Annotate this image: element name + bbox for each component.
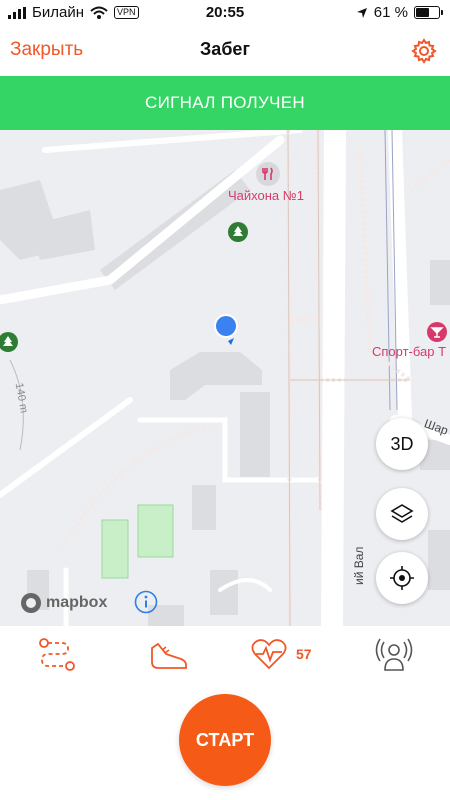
route-tab[interactable]: [36, 634, 76, 674]
start-button[interactable]: СТАРТ: [179, 694, 271, 786]
user-location-icon: [214, 314, 238, 345]
status-bar: Билайн VPN 20:55 61 %: [0, 0, 450, 26]
restaurant-icon[interactable]: [256, 162, 280, 186]
signal-banner: СИГНАЛ ПОЛУЧЕН: [0, 76, 450, 130]
park-tree-icon: [228, 222, 248, 242]
metrics-tabbar: 57: [0, 626, 450, 684]
mapbox-icon: [21, 593, 41, 613]
heart-rate-tab[interactable]: 57: [250, 634, 312, 674]
locate-button[interactable]: [376, 552, 428, 604]
sensor-icon: [375, 638, 413, 671]
poi-label-chaihona[interactable]: Чайхона №1: [228, 188, 304, 203]
map-view[interactable]: Чайхона №1 Спорт-бар Т ий Вал Шар 140 m …: [0, 130, 450, 626]
mapbox-text: mapbox: [46, 594, 108, 611]
target-icon: [390, 566, 414, 590]
park-tree-icon: [0, 332, 18, 352]
workout-tab[interactable]: [148, 634, 190, 674]
heart-rate-value: 57: [296, 646, 312, 662]
page-title: Забег: [200, 39, 250, 59]
cocktail-icon[interactable]: [427, 322, 447, 342]
sensor-tab[interactable]: [374, 634, 414, 674]
3d-button[interactable]: 3D: [376, 418, 428, 470]
sneaker-icon: [151, 642, 187, 669]
mapbox-logo: mapbox: [20, 592, 107, 614]
layers-button[interactable]: [376, 488, 428, 540]
nav-bar: Закрыть Забег: [0, 26, 450, 76]
battery-icon: [414, 6, 443, 19]
street-label-val: ий Вал: [352, 546, 366, 585]
battery-percent: 61 %: [373, 4, 408, 21]
heart-rate-icon: [251, 639, 287, 670]
status-right: 61 %: [356, 4, 443, 21]
map-base: [0, 130, 450, 626]
layers-icon: [390, 504, 414, 523]
route-icon: [39, 638, 75, 671]
location-arrow-icon: [356, 7, 367, 18]
poi-label-sportbar[interactable]: Спорт-бар Т: [372, 344, 446, 359]
info-icon[interactable]: [134, 590, 158, 614]
gear-icon[interactable]: [410, 37, 438, 65]
